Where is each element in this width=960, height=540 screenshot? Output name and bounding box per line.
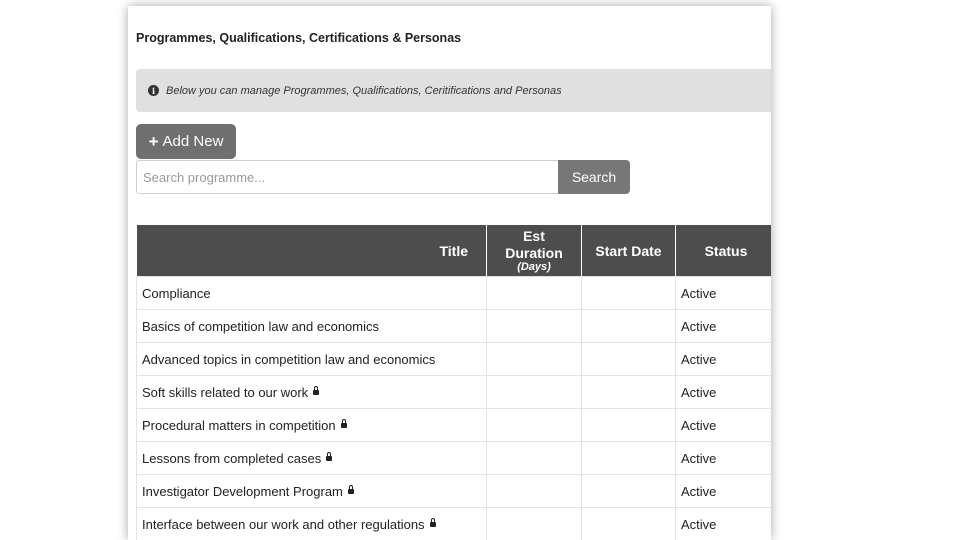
duration-header-unit: (Days): [517, 261, 551, 273]
info-circle-icon: i: [148, 85, 159, 96]
column-header-duration[interactable]: Est Duration (Days): [486, 225, 582, 277]
row-title: Lessons from completed cases: [142, 450, 322, 466]
search-input[interactable]: [136, 160, 558, 194]
column-header-status[interactable]: Status: [675, 225, 771, 277]
row-title: Interface between our work and other reg…: [142, 516, 425, 532]
cell-start-date: [581, 309, 676, 343]
lock-icon: [347, 484, 354, 494]
programmes-table: Title Est Duration (Days) Start Date Sta…: [136, 225, 771, 540]
table-row[interactable]: Lessons from completed cases Active: [136, 441, 771, 475]
cell-start-date: [581, 342, 676, 376]
add-new-button[interactable]: + Add New: [136, 124, 236, 159]
cell-status: Active: [675, 309, 771, 343]
cell-status: Active: [675, 408, 771, 442]
plus-icon: +: [148, 131, 159, 151]
row-title: Compliance: [142, 285, 211, 301]
cell-status: Active: [675, 276, 771, 310]
row-title: Advanced topics in competition law and e…: [142, 351, 436, 367]
lock-icon: [429, 517, 436, 527]
cell-title[interactable]: Procedural matters in competition: [136, 408, 487, 442]
cell-status: Active: [675, 474, 771, 508]
table-row[interactable]: Basics of competition law and economics A…: [136, 309, 771, 343]
cell-duration: [486, 441, 582, 475]
cell-duration: [486, 342, 582, 376]
cell-start-date: [581, 441, 676, 475]
lock-icon: [313, 385, 320, 395]
cell-start-date: [581, 474, 676, 508]
table-header-row: Title Est Duration (Days) Start Date Sta…: [136, 225, 771, 277]
cell-status: Active: [675, 375, 771, 409]
cell-title[interactable]: Lessons from completed cases: [136, 441, 487, 475]
table-row[interactable]: Investigator Development Program Active: [136, 474, 771, 508]
cell-title[interactable]: Basics of competition law and economics: [136, 309, 487, 343]
cell-title[interactable]: Compliance: [136, 276, 487, 310]
cell-title[interactable]: Soft skills related to our work: [136, 375, 487, 409]
cell-title[interactable]: Interface between our work and other reg…: [136, 507, 487, 540]
cell-start-date: [581, 276, 676, 310]
search-button[interactable]: Search: [558, 160, 630, 194]
table-row[interactable]: Soft skills related to our work Active: [136, 375, 771, 409]
table-row[interactable]: Interface between our work and other reg…: [136, 507, 771, 540]
table-row[interactable]: Compliance Active: [136, 276, 771, 310]
main-panel: Programmes, Qualifications, Certificatio…: [128, 6, 771, 540]
cell-duration: [486, 474, 582, 508]
duration-header-line1: Est: [523, 228, 545, 244]
lock-icon: [340, 418, 347, 428]
cell-status: Active: [675, 342, 771, 376]
table-row[interactable]: Procedural matters in competition Active: [136, 408, 771, 442]
page-title: Programmes, Qualifications, Certificatio…: [136, 31, 462, 45]
cell-duration: [486, 309, 582, 343]
info-bar: i Below you can manage Programmes, Quali…: [136, 69, 771, 112]
row-title: Soft skills related to our work: [142, 384, 309, 400]
cell-start-date: [581, 408, 676, 442]
add-new-label: Add New: [162, 133, 224, 150]
cell-title[interactable]: Investigator Development Program: [136, 474, 487, 508]
cell-duration: [486, 507, 582, 540]
cell-start-date: [581, 507, 676, 540]
column-header-start-date[interactable]: Start Date: [581, 225, 676, 277]
cell-duration: [486, 375, 582, 409]
cell-start-date: [581, 375, 676, 409]
cell-title[interactable]: Advanced topics in competition law and e…: [136, 342, 487, 376]
cell-duration: [486, 408, 582, 442]
cell-duration: [486, 276, 582, 310]
info-text: Below you can manage Programmes, Qualifi…: [166, 84, 562, 97]
cell-status: Active: [675, 441, 771, 475]
row-title: Procedural matters in competition: [142, 417, 336, 433]
cell-status: Active: [675, 507, 771, 540]
row-title: Basics of competition law and economics: [142, 318, 380, 334]
duration-header-line2: Duration: [505, 245, 563, 261]
column-header-title[interactable]: Title: [136, 225, 487, 277]
table-row[interactable]: Advanced topics in competition law and e…: [136, 342, 771, 376]
row-title: Investigator Development Program: [142, 483, 343, 499]
lock-icon: [326, 451, 333, 461]
